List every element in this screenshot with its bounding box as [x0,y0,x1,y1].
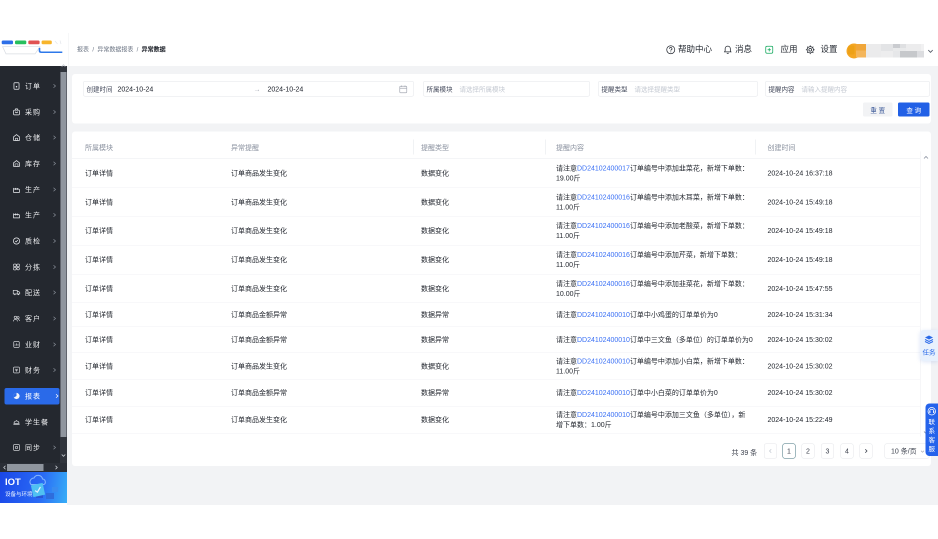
svg-text:设备与环境: 设备与环境 [5,490,33,498]
svg-text:IOT: IOT [5,477,21,488]
